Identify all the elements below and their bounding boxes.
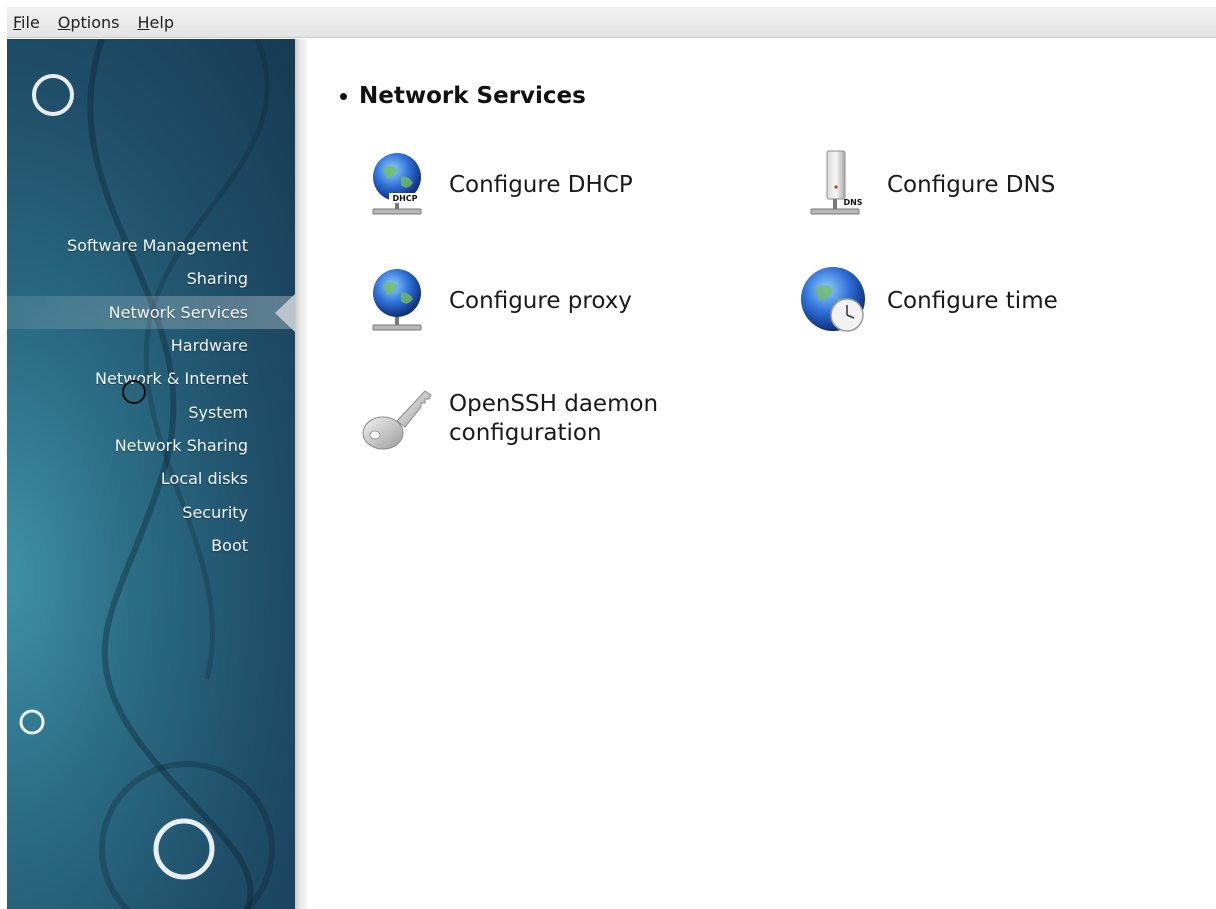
- svg-text:DNS: DNS: [843, 198, 862, 207]
- configure-time-button[interactable]: Configure time: [797, 263, 1058, 339]
- menu-options[interactable]: Options: [52, 13, 128, 32]
- configure-dhcp-button[interactable]: DHCP Configure DHCP: [359, 147, 633, 223]
- busy-cursor-icon: [122, 380, 146, 404]
- key-icon: [362, 390, 432, 450]
- sidebar-item-security[interactable]: Security: [7, 495, 295, 528]
- sidebar-item-system[interactable]: System: [7, 395, 295, 428]
- sidebar-edge: [295, 39, 307, 909]
- menu-help[interactable]: Help: [132, 13, 182, 32]
- main-panel: Network Services DHCP Configure DHCP DNS…: [307, 39, 1216, 909]
- section-title: Network Services: [340, 83, 586, 109]
- sidebar-nav: Software Management Sharing Network Serv…: [7, 229, 295, 562]
- configure-proxy-button[interactable]: Configure proxy: [359, 263, 632, 339]
- sidebar-item-sharing[interactable]: Sharing: [7, 262, 295, 295]
- globe-proxy-icon: [372, 269, 422, 331]
- sidebar-item-local-disks[interactable]: Local disks: [7, 462, 295, 495]
- sidebar-item-boot[interactable]: Boot: [7, 529, 295, 562]
- sidebar-item-hardware[interactable]: Hardware: [7, 329, 295, 362]
- sidebar-item-network-internet[interactable]: Network & Internet: [7, 362, 295, 395]
- configure-dns-button[interactable]: DNS Configure DNS: [797, 147, 1055, 223]
- menubar: File Options Help: [7, 7, 1216, 38]
- globe-clock-icon: [801, 267, 865, 332]
- sidebar-item-network-sharing[interactable]: Network Sharing: [7, 429, 295, 462]
- dns-server-icon: DNS: [810, 150, 863, 215]
- bullet-icon: [340, 92, 347, 100]
- menu-file[interactable]: File: [7, 13, 48, 32]
- ring-bottom-icon: [153, 818, 215, 880]
- ring-small-icon: [19, 709, 45, 735]
- sidebar-item-network-services[interactable]: Network Services: [7, 293, 295, 332]
- globe-dhcp-icon: DHCP: [372, 153, 422, 215]
- sidebar-item-software-management[interactable]: Software Management: [7, 229, 295, 262]
- openssh-config-button[interactable]: OpenSSH daemon configuration: [359, 381, 689, 457]
- ring-top-icon: [32, 74, 74, 116]
- sidebar: Software Management Sharing Network Serv…: [7, 39, 295, 909]
- svg-text:DHCP: DHCP: [392, 194, 417, 203]
